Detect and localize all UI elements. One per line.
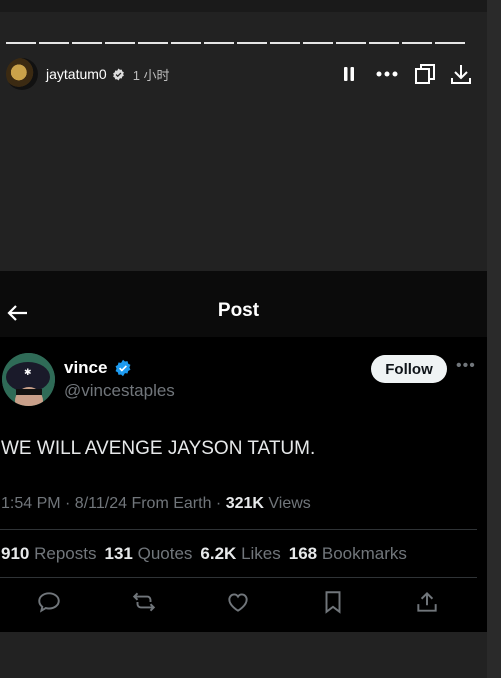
verified-icon — [115, 359, 131, 377]
story-time: 1 小时 — [132, 67, 170, 83]
post-meta: 1:54 PM · 8/11/24 From Earth · 321K View… — [1, 495, 311, 513]
likes-label: Likes — [241, 544, 281, 563]
divider — [0, 529, 477, 530]
views-label: Views — [263, 495, 311, 512]
verified-icon — [112, 68, 124, 80]
likes-stat[interactable]: 6.2K Likes — [200, 544, 280, 563]
repost-icon[interactable] — [131, 589, 157, 615]
story-progress-segment — [138, 42, 168, 44]
story-progress-segment — [39, 42, 69, 44]
likes-count: 6.2K — [200, 544, 237, 563]
post-stats: 910 Reposts 131 Quotes 6.2K Likes 168 Bookm… — [1, 544, 407, 564]
user-handle[interactable]: @vincestaples — [64, 381, 175, 401]
story-username[interactable]: jaytatum0 — [46, 66, 107, 82]
divider — [0, 577, 477, 578]
story-progress-segment — [336, 42, 366, 44]
pause-icon[interactable] — [337, 62, 361, 86]
display-name[interactable]: vince — [64, 358, 107, 378]
page-title: Post — [217, 300, 260, 321]
story-progress-segment — [435, 42, 465, 44]
story-progress-segment — [105, 42, 135, 44]
like-icon[interactable] — [225, 589, 251, 615]
reposts-count: 910 — [1, 544, 30, 563]
post-author: ✱ vince @vincestaples Follow ••• — [0, 351, 487, 409]
scrollbar-track[interactable] — [487, 0, 501, 678]
follow-button[interactable]: Follow — [371, 355, 447, 383]
story-progress-segment — [204, 42, 234, 44]
copy-icon[interactable] — [413, 62, 437, 86]
quotes-count: 131 — [104, 544, 133, 563]
svg-text:✱: ✱ — [24, 368, 32, 378]
post-header: Post — [0, 271, 487, 337]
bookmarks-label: Bookmarks — [321, 544, 407, 563]
bookmark-icon[interactable] — [320, 589, 346, 615]
post-text: WE WILL AVENGE JAYSON TATUM. — [1, 438, 316, 459]
top-bar — [0, 0, 501, 12]
story-header: jaytatum0 1 小时 — [6, 56, 473, 92]
avatar[interactable] — [6, 58, 38, 90]
quotes-stat[interactable]: 131 Quotes — [104, 544, 192, 563]
more-options-icon[interactable] — [375, 62, 399, 86]
story-viewer: jaytatum0 1 小时 Post ✱ vince @vincestaple… — [0, 12, 487, 678]
bookmarks-count: 168 — [288, 544, 318, 563]
story-controls — [337, 62, 473, 86]
reposts-label: Reposts — [34, 544, 97, 563]
share-icon[interactable] — [414, 589, 440, 615]
story-progress — [6, 42, 465, 44]
post-actions — [0, 589, 477, 619]
post-timestamp[interactable]: 1:54 PM · 8/11/24 From Earth · — [1, 495, 226, 512]
story-progress-segment — [171, 42, 201, 44]
story-progress-segment — [303, 42, 333, 44]
bookmarks-stat[interactable]: 168 Bookmarks — [289, 544, 407, 563]
story-progress-segment — [402, 42, 432, 44]
story-progress-segment — [72, 42, 102, 44]
quotes-label: Quotes — [137, 544, 193, 563]
story-progress-segment — [6, 42, 36, 44]
reply-icon[interactable] — [36, 589, 62, 615]
story-progress-segment — [369, 42, 399, 44]
story-progress-segment — [237, 42, 267, 44]
avatar[interactable]: ✱ — [2, 353, 55, 406]
embedded-post: Post ✱ vince @vincestaples Follow ••• WE… — [0, 271, 487, 632]
views-count: 321K — [225, 495, 264, 512]
more-options-icon[interactable]: ••• — [456, 357, 476, 375]
reposts-stat[interactable]: 910 Reposts — [1, 544, 96, 563]
story-progress-segment — [270, 42, 300, 44]
download-icon[interactable] — [449, 62, 473, 86]
